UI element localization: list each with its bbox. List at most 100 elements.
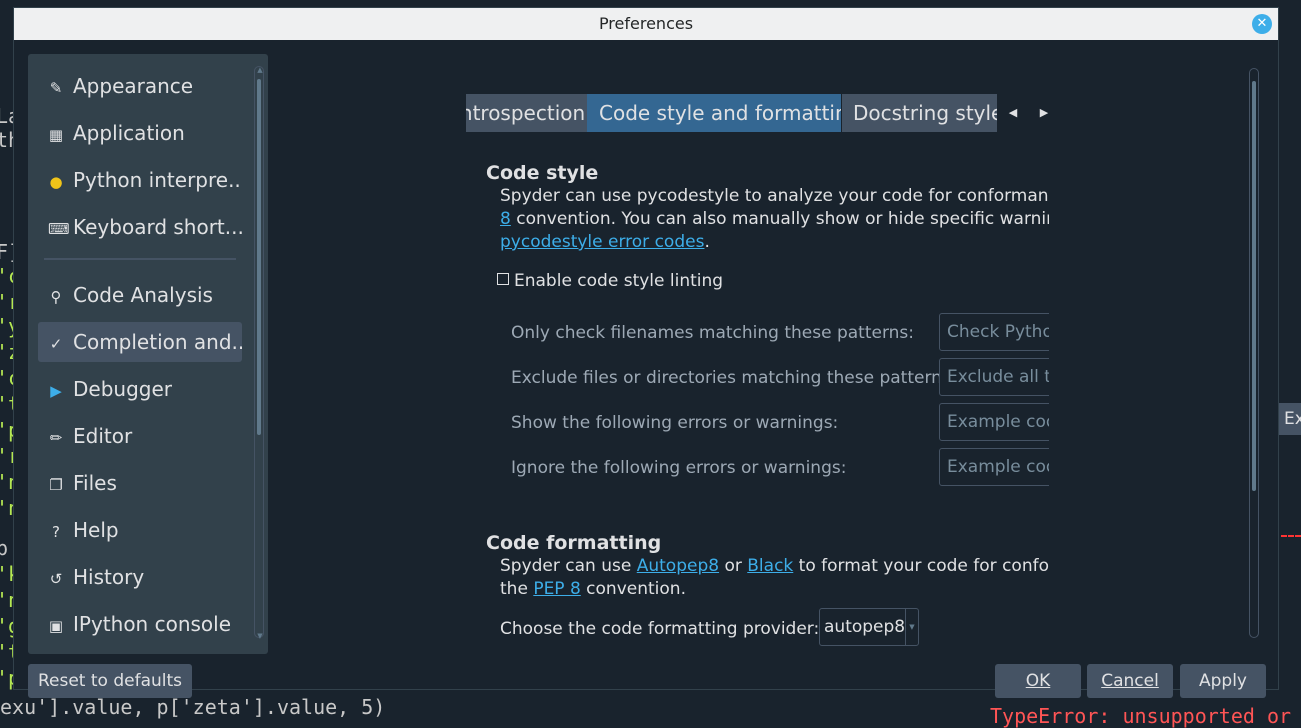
sidebar-item-label: History <box>73 565 145 589</box>
description-text: to format your code for conformar <box>798 556 1049 576</box>
formatting-provider-select[interactable]: autopep8 ▼ <box>819 608 919 646</box>
description-text: convention. <box>580 579 686 599</box>
code-style-description-line-1: Spyder can use pycodestyle to analyze yo… <box>500 186 1049 206</box>
description-text: Spyder can use <box>500 556 637 576</box>
chevron-down-icon[interactable]: ▼ <box>905 609 918 645</box>
background-code-fragment: 'g <box>0 614 13 638</box>
button-label: OK <box>1025 671 1051 691</box>
settings-content: Code style Spyder can use pycodestyle to… <box>466 132 1049 652</box>
show-errors-label: Show the following errors or warnings: <box>511 413 839 433</box>
tab-code-style-and-formatting[interactable]: Code style and formatting <box>587 94 841 132</box>
code-style-description-line-3: pycodestyle error codes. <box>500 231 710 254</box>
sidebar-item-python-interpreter[interactable]: ● Python interpre... <box>38 160 242 200</box>
background-code-fragment: 'p <box>0 666 13 690</box>
ok-button[interactable]: OK <box>995 664 1081 698</box>
files-icon: ❐ <box>49 476 63 494</box>
content-scrollbar[interactable] <box>1249 68 1259 638</box>
sidebar-item-help[interactable]: ? Help <box>38 510 242 550</box>
title-bar[interactable]: Preferences ✕ <box>14 8 1278 40</box>
preferences-sidebar: ✎ Appearance ▦ Application ● Python interpr… <box>28 54 268 654</box>
background-code-fragment: 'c <box>0 264 13 288</box>
ignore-errors-input[interactable]: Example code <box>939 448 1049 486</box>
content-scroll-thumb[interactable] <box>1252 81 1256 491</box>
cancel-button[interactable]: Cancel <box>1087 664 1173 698</box>
sidebar-item-label: Help <box>73 518 119 542</box>
filename-patterns-input[interactable]: Check Pythor <box>939 313 1049 351</box>
tab-label: Introspection <box>466 101 586 125</box>
keyboard-icon: ⌨ <box>48 220 70 238</box>
sidebar-item-label: Debugger <box>73 377 172 401</box>
python-icon: ● <box>49 173 63 191</box>
enable-code-style-linting-checkbox[interactable]: Enable code style linting <box>497 271 723 291</box>
sidebar-item-debugger[interactable]: ▶ Debugger <box>38 369 242 409</box>
background-code-fragment: 'p <box>0 418 13 442</box>
tab-introspection[interactable]: Introspection <box>466 94 587 132</box>
close-button[interactable]: ✕ <box>1252 14 1272 34</box>
history-icon: ↺ <box>49 570 63 588</box>
sidebar-item-label: IPython console <box>73 612 232 636</box>
background-code-fragment: th <box>0 128 13 152</box>
tab-label: Code style and formatting <box>599 101 841 125</box>
sidebar-item-label: Code Analysis <box>73 283 213 307</box>
background-code-fragment: 'n <box>0 496 13 520</box>
sidebar-item-label: Completion and... <box>73 330 242 354</box>
pencil-icon: ✏ <box>49 429 63 447</box>
sidebar-item-label: Python interpre... <box>73 168 242 192</box>
code-formatting-heading: Code formatting <box>486 532 662 554</box>
checkbox-box[interactable] <box>497 273 509 285</box>
tab-docstring-style[interactable]: Docstring style <box>842 94 997 132</box>
eyedropper-icon: ✎ <box>49 79 63 97</box>
sidebar-scroll-down-icon[interactable]: ▼ <box>255 632 265 640</box>
sidebar-item-label: Editor <box>73 424 133 448</box>
sidebar-item-keyboard-shortcuts[interactable]: ⌨ Keyboard short... <box>38 207 242 247</box>
background-code-fragment: 'n <box>0 588 13 612</box>
pycodestyle-error-codes-link[interactable]: pycodestyle error codes <box>500 232 704 252</box>
tab-scroll-right-icon[interactable]: ▶ <box>1029 94 1059 132</box>
magnifier-check-icon: ⚲ <box>50 288 62 306</box>
background-code-fragment: 'k <box>0 562 13 586</box>
background-code-line: exu'].value, p['zeta'].value, 5) <box>0 695 386 719</box>
background-error-text: TypeError: unsupported or <box>990 704 1292 728</box>
sidebar-scrollbar[interactable] <box>254 66 264 638</box>
sidebar-item-code-analysis[interactable]: ⚲ Code Analysis <box>38 275 242 315</box>
apply-button[interactable]: Apply <box>1180 664 1266 698</box>
sidebar-item-completion[interactable]: ✓ Completion and... <box>38 322 242 362</box>
window-title: Preferences <box>598 14 694 33</box>
sidebar-item-editor[interactable]: ✏ Editor <box>38 416 242 456</box>
background-editor-left: LathF]'c'r'y'z'c't'p'r'n'np'k'n'g't'p <box>0 0 13 722</box>
checkbox-label: Enable code style linting <box>514 271 724 291</box>
sidebar-item-label: Application <box>73 121 185 145</box>
sidebar-item-label: Files <box>73 471 117 495</box>
background-right-panel <box>1280 40 1301 690</box>
filename-patterns-label: Only check filenames matching these patt… <box>511 323 915 343</box>
background-code-fragment: 'n <box>0 470 13 494</box>
background-code-fragments: LathF]'c'r'y'z'c't'p'r'n'np'k'n'g't'p <box>0 0 13 722</box>
pep8-link[interactable]: 8 <box>500 209 511 229</box>
code-style-description-line-2: 8 convention. You can also manually show… <box>500 208 1049 231</box>
tab-scroll-left-icon[interactable]: ◀ <box>998 94 1028 132</box>
exclude-patterns-input[interactable]: Exclude all te <box>939 358 1049 396</box>
background-ex-button: Ex <box>1279 403 1301 435</box>
autopep8-link[interactable]: Autopep8 <box>637 556 719 576</box>
sidebar-item-label: Appearance <box>73 74 194 98</box>
help-icon: ? <box>52 523 60 541</box>
sidebar-item-label: Keyboard short... <box>73 215 242 239</box>
show-errors-input[interactable]: Example code <box>939 403 1049 441</box>
description-text: the <box>500 579 534 599</box>
formatting-provider-label: Choose the code formatting provider: <box>500 619 820 639</box>
sidebar-item-application[interactable]: ▦ Application <box>38 113 242 153</box>
sidebar-item-files[interactable]: ❐ Files <box>38 463 242 503</box>
background-code-fragment: 't <box>0 392 13 416</box>
black-link[interactable]: Black <box>747 556 793 576</box>
sidebar-item-ipython-console[interactable]: ▣ IPython console <box>38 604 242 644</box>
background-code-fragment: F] <box>0 240 13 264</box>
sidebar-scroll-thumb[interactable] <box>257 79 261 435</box>
sidebar-item-history[interactable]: ↺ History <box>38 557 242 597</box>
reset-to-defaults-button[interactable]: Reset to defaults <box>28 664 192 698</box>
sidebar-item-appearance[interactable]: ✎ Appearance <box>38 66 242 106</box>
pep8-link[interactable]: PEP 8 <box>533 579 580 599</box>
sidebar-divider <box>44 258 236 260</box>
preferences-dialog: Preferences ✕ ✎ Appearance ▦ Application ●… <box>13 7 1279 698</box>
description-text: . <box>704 232 710 252</box>
window-layout-icon: ▦ <box>48 126 64 144</box>
